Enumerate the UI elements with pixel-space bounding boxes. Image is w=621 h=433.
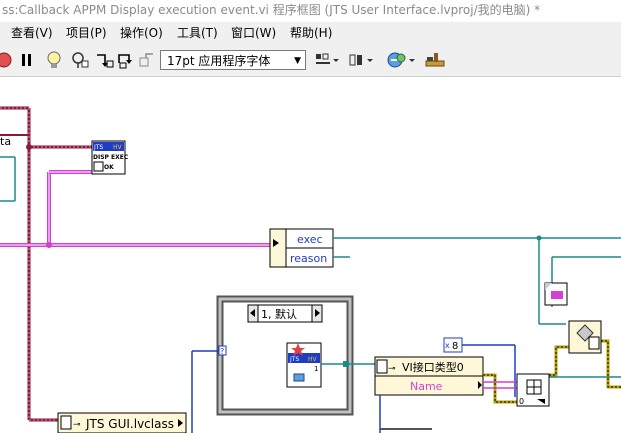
window-title: ss:Callback APPM Display execution event… [2, 3, 541, 17]
disp-exec-subvi[interactable]: JTS HV DISP EXEC OK [91, 140, 129, 175]
open-vi-reference-node[interactable]: 0 [516, 373, 550, 407]
window-title-bar: ss:Callback APPM Display execution event… [0, 0, 621, 22]
font-select-value: 17pt 应用程序字体 [167, 54, 271, 68]
svg-text:x: x [445, 341, 450, 350]
reason-field: reason [290, 252, 327, 265]
step-into-icon[interactable] [94, 49, 114, 71]
reorder-icon[interactable] [385, 49, 417, 71]
svg-text:1: 1 [314, 365, 318, 373]
vi-type-label: VI接口类型0 [402, 360, 464, 374]
menu-view[interactable]: 查看(V) [9, 22, 55, 44]
class-constant-label: JTS GUI.lvclass [85, 417, 174, 431]
invoke-node-icon[interactable] [544, 282, 568, 306]
svg-text:?: ? [220, 347, 224, 356]
svg-text:HV: HV [113, 144, 123, 151]
toolbar [0, 44, 621, 77]
highlight-execution-icon[interactable] [44, 49, 64, 71]
menu-help[interactable]: 帮助(H) [288, 22, 334, 44]
selector-wire[interactable] [191, 350, 219, 433]
fragment-label: ta [0, 135, 11, 148]
chevron-down-icon: ▼ [294, 56, 301, 66]
case-structure[interactable]: 1, 默认 ? [216, 295, 354, 416]
case-selector-label: 1, 默认 [261, 308, 297, 321]
block-diagram[interactable]: ta JTS HV DISP EXEC OK exec reason 1, 默认… [0, 77, 621, 433]
abort-icon[interactable] [0, 49, 16, 71]
svg-text:JTS: JTS [289, 356, 299, 363]
align-objects-icon[interactable] [313, 49, 341, 71]
pause-icon[interactable] [19, 49, 35, 71]
clean-up-diagram-icon[interactable] [424, 49, 448, 71]
vi-reference-icon[interactable]: JTS HV 1 [286, 342, 322, 388]
menu-tools[interactable]: 工具(T) [175, 22, 220, 44]
exec-field: exec [297, 233, 323, 246]
menu-operate[interactable]: 操作(O) [118, 22, 165, 44]
cluster-wire[interactable] [0, 170, 270, 248]
font-select[interactable]: 17pt 应用程序字体 ▼ [160, 50, 306, 70]
class-constant[interactable]: ⊸ JTS GUI.lvclass [57, 412, 187, 433]
menu-project[interactable]: 项目(P) [64, 22, 109, 44]
svg-text:DISP EXEC: DISP EXEC [93, 154, 129, 161]
distribute-objects-icon[interactable] [347, 49, 375, 71]
class-wire[interactable] [0, 106, 92, 422]
svg-text:⊸: ⊸ [73, 420, 81, 430]
svg-text:8: 8 [452, 341, 458, 352]
name-field: Name [410, 380, 443, 393]
exec-wire[interactable] [333, 235, 621, 325]
invoke-method-node[interactable] [568, 320, 602, 354]
unbundle-by-name[interactable]: exec reason [269, 228, 334, 268]
svg-text:HV: HV [308, 356, 318, 363]
vi-wire[interactable] [321, 361, 375, 367]
vi-type-constant[interactable]: ⊸ VI接口类型0 Name [374, 356, 484, 396]
svg-text:0: 0 [519, 397, 524, 406]
svg-text:JTS: JTS [93, 144, 103, 151]
svg-text:⊸: ⊸ [388, 364, 396, 374]
menu-bar: 查看(V) 项目(P) 操作(O) 工具(T) 窗口(W) 帮助(H) [0, 22, 621, 44]
refnum-wire[interactable] [0, 156, 16, 202]
retain-wire-values-icon[interactable] [68, 49, 90, 71]
menu-window[interactable]: 窗口(W) [229, 22, 278, 44]
step-out-icon[interactable] [138, 49, 156, 71]
step-over-icon[interactable] [116, 49, 136, 71]
svg-text:OK: OK [104, 164, 114, 171]
